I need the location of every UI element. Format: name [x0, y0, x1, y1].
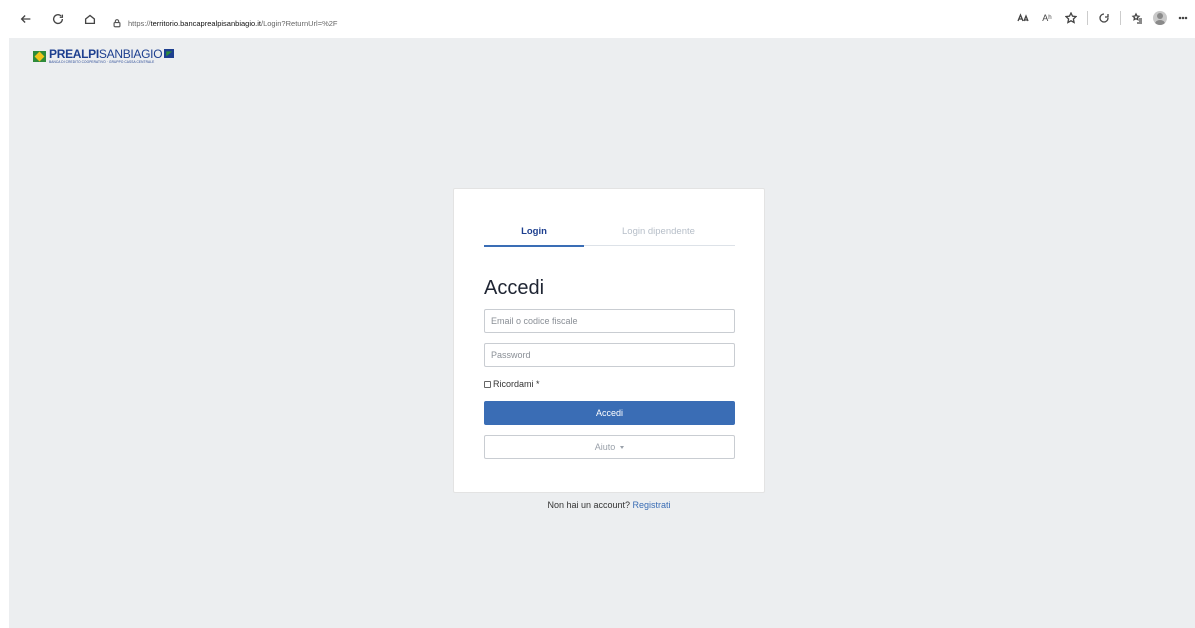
- login-card: Login Login dipendente Accedi Ricordami …: [453, 188, 765, 493]
- toolbar-separator: [1087, 11, 1088, 25]
- url-host: territorio.bancaprealpisanbiagio.it: [150, 18, 261, 28]
- password-field[interactable]: [484, 343, 735, 367]
- lock-icon[interactable]: [112, 18, 122, 28]
- more-options-icon[interactable]: [1175, 10, 1191, 26]
- help-dropdown-button[interactable]: Aiuto: [484, 435, 735, 459]
- logo-text: PREALPI SANBIAGIO BANCA DI CREDITO COOPER…: [49, 46, 175, 64]
- refresh-icon[interactable]: [46, 7, 70, 31]
- read-aloud-icon[interactable]: Aʰ: [1039, 10, 1055, 26]
- signup-text: Non hai un account?: [547, 500, 631, 510]
- immersive-reader-icon[interactable]: [1015, 10, 1031, 26]
- caret-down-icon: [620, 445, 625, 449]
- email-field[interactable]: [484, 309, 735, 333]
- url-path: /Login?ReturnUrl=%2F: [261, 18, 338, 28]
- login-button[interactable]: Accedi: [484, 401, 735, 425]
- page-title: Accedi: [484, 277, 545, 299]
- help-label: Aiuto: [594, 442, 616, 452]
- logo-wordmark: PREALPI SANBIAGIO: [49, 46, 175, 61]
- remember-label: Ricordami *: [493, 379, 540, 389]
- profile-avatar[interactable]: [1153, 11, 1167, 25]
- browser-actions: Aʰ: [1015, 10, 1191, 26]
- favorite-star-icon[interactable]: [1063, 10, 1079, 26]
- logo-end-icon: [164, 49, 175, 59]
- logo-main-light: SANBIAGIO: [98, 46, 163, 61]
- remember-checkbox[interactable]: [484, 380, 491, 388]
- logo-mark-icon: [33, 50, 46, 62]
- toolbar-separator: [1120, 11, 1121, 25]
- remember-me[interactable]: Ricordami *: [484, 379, 540, 389]
- bank-logo[interactable]: PREALPI SANBIAGIO BANCA DI CREDITO COOPER…: [33, 46, 175, 66]
- extensions-icon[interactable]: [1096, 10, 1112, 26]
- logo-subtitle: BANCA DI CREDITO COOPERATIVO · GRUPPO CA…: [49, 59, 155, 64]
- tab-login[interactable]: Login: [484, 219, 584, 247]
- logo-main-bold: PREALPI: [49, 46, 99, 61]
- page-content: PREALPI SANBIAGIO BANCA DI CREDITO COOPER…: [9, 38, 1195, 628]
- back-icon[interactable]: [14, 7, 38, 31]
- address-bar[interactable]: https://territorio.bancaprealpisanbiagio…: [102, 13, 982, 33]
- login-tabs: Login Login dipendente: [484, 219, 735, 247]
- collections-icon[interactable]: [1129, 10, 1145, 26]
- url-protocol: https://: [128, 18, 151, 28]
- home-icon[interactable]: [78, 7, 102, 31]
- register-link[interactable]: Registrati: [633, 500, 671, 510]
- tab-login-dipendente[interactable]: Login dipendente: [584, 219, 735, 245]
- signup-prompt: Non hai un account? Registrati: [453, 500, 765, 510]
